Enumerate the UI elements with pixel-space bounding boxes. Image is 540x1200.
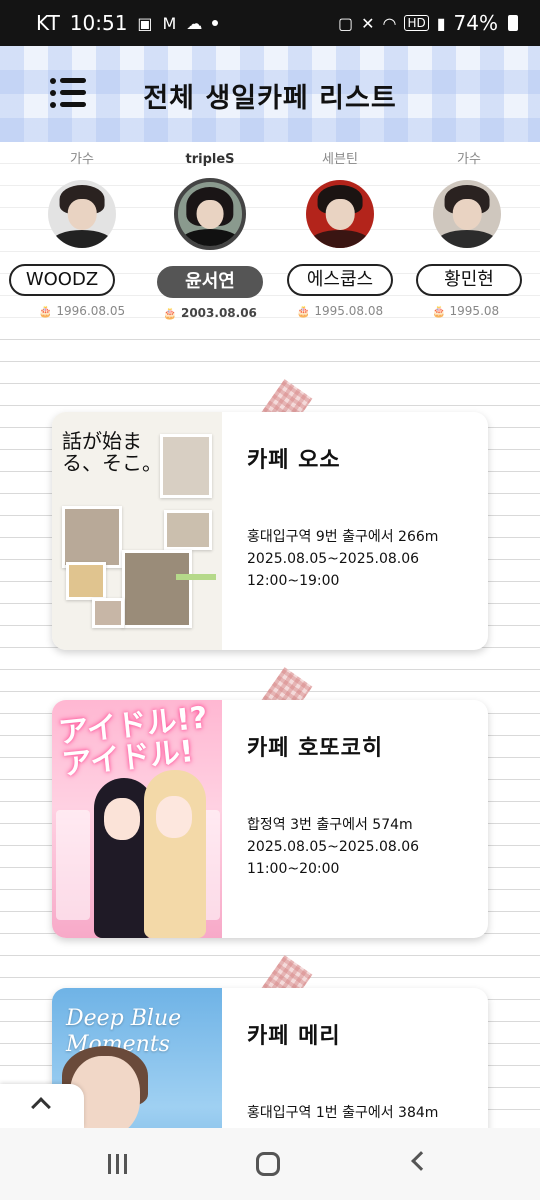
cafe-name: 카페 호또코히 xyxy=(247,736,384,761)
scroll-top-button[interactable] xyxy=(0,1084,84,1128)
cake-icon: 🎂 xyxy=(296,305,311,318)
artist-group: 가수 xyxy=(70,152,94,167)
hd-voice-icon: HD xyxy=(404,15,429,31)
artist-group: 가수 xyxy=(457,152,481,167)
signal-icon: ▮ xyxy=(436,13,446,33)
artist-name-button[interactable]: 황민현 xyxy=(416,264,522,296)
cafe-location: 합정역 3번 출구에서 574m xyxy=(247,817,413,833)
recent-apps-icon[interactable] xyxy=(106,1154,130,1174)
mute-icon: ✕ xyxy=(361,13,375,33)
cake-icon: 🎂 xyxy=(432,305,446,318)
cafe-location: 홍대입구역 9번 출구에서 266m xyxy=(247,529,439,545)
artist-birthday: 🎂 1996.08.05 xyxy=(38,304,126,318)
artist-birthday: 🎂 1995.08.08 xyxy=(296,304,384,318)
cafe-name: 카페 오소 xyxy=(247,448,341,473)
app-header: 전체 생일카페 리스트 xyxy=(0,46,540,142)
artist-birthday: 🎂 2003.08.06 xyxy=(163,306,257,320)
cafe-poster: 話が始まる、そこ。 xyxy=(52,412,222,650)
artist-name-button[interactable]: 윤서연 xyxy=(157,266,263,298)
cafe-location: 홍대입구역 1번 출구에서 384m xyxy=(247,1105,439,1121)
cafe-card[interactable]: アイドル!? アイドル! 카페 호또코히 합정역 3번 출구에서 574m 20… xyxy=(52,700,488,938)
notification-dot-icon xyxy=(212,20,219,26)
artist-item[interactable]: 세븐틴 에스쿱스 🎂 1995.08.08 xyxy=(275,150,405,318)
artist-name-button[interactable]: 에스쿱스 xyxy=(287,264,393,296)
chevron-up-icon xyxy=(31,1097,51,1117)
battery-icon xyxy=(508,15,518,31)
cafe-hours: 11:00~20:00 xyxy=(247,861,340,877)
artist-carousel[interactable]: 가수 WOODZ 🎂 1996.08.05 tripleS 윤서연 🎂 2003… xyxy=(0,150,540,330)
artist-item[interactable]: 가수 WOODZ 🎂 1996.08.05 xyxy=(9,150,147,318)
gallery-icon: ▣ xyxy=(137,13,153,33)
status-bar: KT 10:51 ▣ M ☁ ▢ ✕ ◠ HD ▮ 74% xyxy=(0,0,540,46)
cafe-card[interactable]: 話が始まる、そこ。 카페 오소 홍대입구역 9번 출구에서 266m 2025.… xyxy=(52,412,488,650)
cloud-icon: ☁ xyxy=(186,13,203,33)
poster-text: 話が始まる、そこ。 xyxy=(62,429,162,475)
cafe-hours: 12:00~19:00 xyxy=(247,573,340,589)
artist-group: 세븐틴 xyxy=(322,152,358,167)
cafe-dates: 2025.08.05~2025.08.06 xyxy=(247,551,420,567)
artist-item-selected[interactable]: tripleS 윤서연 🎂 2003.08.06 xyxy=(145,150,275,320)
avatar[interactable] xyxy=(306,180,374,248)
artist-group: tripleS xyxy=(185,152,235,167)
avatar[interactable] xyxy=(433,180,501,248)
clock: 10:51 xyxy=(69,11,128,35)
carrier-label: KT xyxy=(36,11,60,35)
content-area: 가수 WOODZ 🎂 1996.08.05 tripleS 윤서연 🎂 2003… xyxy=(0,142,540,1128)
back-icon[interactable] xyxy=(411,1151,431,1171)
cake-icon: 🎂 xyxy=(38,305,53,318)
page-title: 전체 생일카페 리스트 xyxy=(143,83,397,114)
poster-text: アイドル!? アイドル! xyxy=(56,700,210,783)
artist-item[interactable]: 가수 황민현 🎂 1995.08 xyxy=(404,150,534,318)
wifi-icon: ◠ xyxy=(382,13,397,33)
cake-icon: 🎂 xyxy=(163,307,177,320)
cafe-name: 카페 메리 xyxy=(247,1024,341,1049)
home-icon[interactable] xyxy=(256,1152,280,1176)
battery-saver-icon: ▢ xyxy=(337,13,354,33)
battery-percent: 74% xyxy=(453,11,498,35)
mail-icon: M xyxy=(162,13,177,33)
cafe-card[interactable]: Deep Blue Moments 카페 메리 홍대입구역 1번 출구에서 38… xyxy=(52,988,488,1128)
system-nav-bar xyxy=(0,1128,540,1200)
artist-name-button[interactable]: WOODZ xyxy=(9,264,115,296)
avatar[interactable] xyxy=(48,180,116,248)
avatar[interactable] xyxy=(174,178,246,250)
cafe-poster: アイドル!? アイドル! xyxy=(52,700,222,938)
cafe-dates: 2025.08.05~2025.08.06 xyxy=(247,839,420,855)
artist-birthday: 🎂 1995.08 xyxy=(432,304,500,318)
